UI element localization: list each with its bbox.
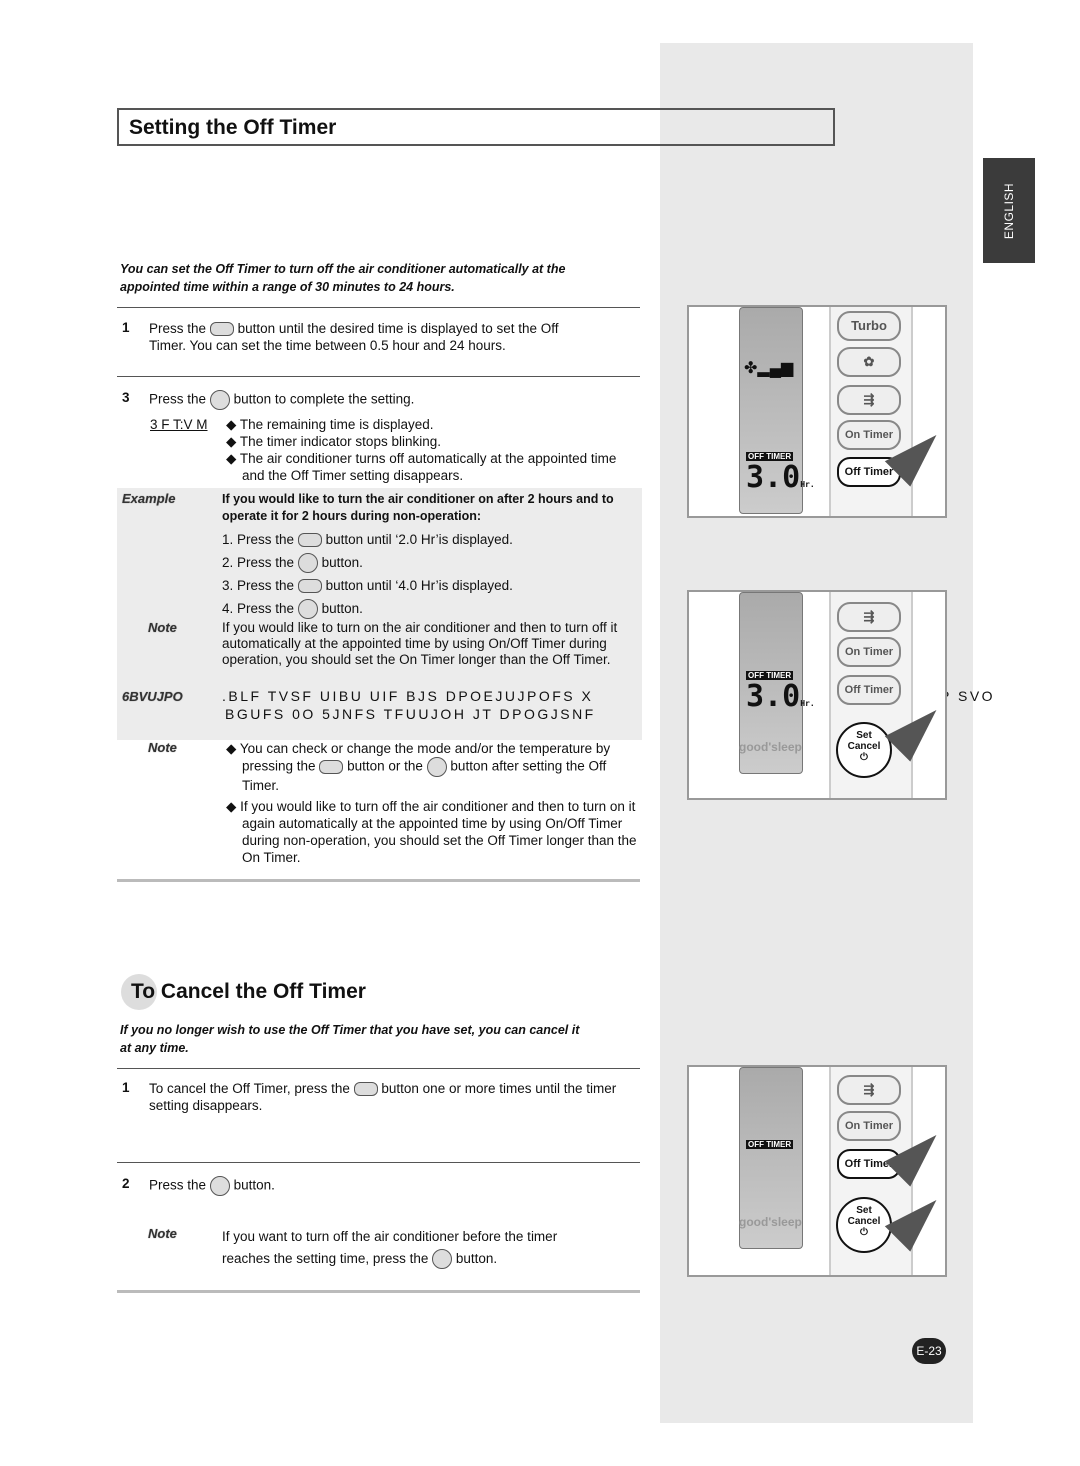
brand-logo: good'sleep — [739, 1215, 802, 1229]
turbo-button: Turbo — [837, 311, 901, 341]
set-cancel-button: Set Cancel ⏻ — [836, 1197, 892, 1253]
note-bullet: ◆ You can check or change the mode and/o… — [226, 741, 611, 793]
caution-line-1: .BLF TVSF UIBU UIF BJS DPOEJUJPOFS X — [222, 688, 594, 704]
step-number: 2 — [122, 1176, 130, 1191]
section-title: To Cancel the Off Timer — [131, 980, 366, 1003]
cancel-intro: If you no longer wish to use the Off Tim… — [120, 1023, 580, 1055]
result-item: ◆ The air conditioner turns off automati… — [226, 451, 617, 483]
off-timer-indicator: OFF TIMER — [746, 1140, 794, 1149]
swing-button: ⇶ — [837, 1075, 901, 1105]
step-number: 3 — [122, 390, 130, 405]
swing-button: ⇶ — [837, 602, 901, 632]
example-step: 1. Press the button until ‘2.0 Hr’is dis… — [222, 532, 513, 548]
fan-icon: ✤▂▄▆ — [744, 360, 794, 377]
cancel-step-2: Press the button. — [149, 1176, 275, 1196]
remote-illustration-3: OFF TIMER good'sleep ⇶ On Timer Off Time… — [687, 1065, 947, 1277]
off-timer-button-icon — [209, 322, 234, 337]
divider — [117, 307, 640, 308]
remote-illustration-1: ✤▂▄▆ OFF TIMER 3.0Hr. Turbo ✿ ⇶ On Timer… — [687, 305, 947, 518]
set-cancel-button-icon — [432, 1249, 453, 1270]
example-step: 4. Press the button. — [222, 597, 632, 620]
off-timer-button-icon — [297, 579, 322, 594]
result-list: ◆ The remaining time is displayed. ◆ The… — [226, 416, 626, 484]
cancel-note: If you want to turn off the air conditio… — [222, 1226, 602, 1270]
page-number: E-23 — [912, 1338, 946, 1364]
divider — [117, 879, 640, 882]
caution-line-1-tail: P SVO — [940, 688, 996, 704]
note-label: Note — [148, 620, 177, 635]
divider — [117, 1290, 640, 1293]
caution-label: 6BVUJPO — [122, 689, 183, 704]
remote-display: ✤▂▄▆ OFF TIMER 3.0Hr. — [739, 307, 815, 514]
language-label: ENGLISH — [1002, 182, 1016, 239]
step-number: 1 — [122, 1080, 130, 1095]
example-steps: 1. Press the button until ‘2.0 Hr’is dis… — [222, 528, 632, 620]
result-label: 3 F T:V M — [150, 417, 208, 432]
off-timer-button-icon — [353, 1082, 378, 1097]
step-3-text: Press the button to complete the setting… — [149, 390, 589, 410]
example-label: Example — [122, 491, 176, 506]
caution-line-2: BGUFS 0O 5JNFS TFUUJOH JT DPOGJSNF — [225, 706, 596, 722]
step-1-text: Press the button until the desired time … — [149, 321, 559, 353]
result-item: ◆ The remaining time is displayed. — [226, 417, 434, 432]
example-step: 3. Press the button until ‘4.0 Hr’is dis… — [222, 578, 513, 594]
on-timer-button: On Timer — [837, 1111, 901, 1141]
off-timer-button: Off Timer — [837, 675, 901, 705]
set-cancel-button: Set Cancel ⏻ — [836, 722, 892, 778]
mode-button-icon — [319, 760, 344, 774]
step-number: 1 — [122, 320, 130, 335]
set-cancel-button-icon — [297, 553, 318, 574]
set-cancel-button-icon — [297, 599, 318, 620]
on-timer-button: On Timer — [837, 420, 901, 450]
set-cancel-button-icon — [209, 390, 230, 410]
set-cancel-button-icon — [209, 1176, 230, 1196]
divider — [117, 1162, 640, 1163]
note-label: Note — [148, 740, 177, 755]
temperature-button-icon — [426, 757, 447, 777]
time-display: 3.0Hr. — [746, 679, 815, 714]
intro-text: You can set the Off Timer to turn off th… — [120, 262, 566, 294]
result-item: ◆ The timer indicator stops blinking. — [226, 434, 441, 449]
on-timer-button-icon — [297, 533, 322, 548]
on-timer-button: On Timer — [837, 637, 901, 667]
remote-illustration-2: OFF TIMER 3.0Hr. good'sleep ⇶ On Timer O… — [687, 590, 947, 800]
note-text: If you would like to turn on the air con… — [222, 620, 618, 667]
example-heading: If you would like to turn the air condit… — [222, 492, 614, 523]
brand-logo: good'sleep — [739, 740, 802, 754]
cancel-step-1: To cancel the Off Timer, press the butto… — [149, 1081, 617, 1113]
divider — [117, 376, 640, 377]
divider — [117, 1068, 640, 1069]
time-display: 3.0Hr. — [746, 460, 815, 495]
page-title: Setting the Off Timer — [117, 108, 835, 146]
note-bullet: ◆ If you would like to turn off the air … — [226, 799, 637, 865]
fan-button: ✿ — [837, 347, 901, 377]
swing-button: ⇶ — [837, 385, 901, 415]
language-tab: ENGLISH — [983, 158, 1035, 263]
example-step: 2. Press the button. — [222, 551, 632, 574]
note-label: Note — [148, 1226, 177, 1241]
